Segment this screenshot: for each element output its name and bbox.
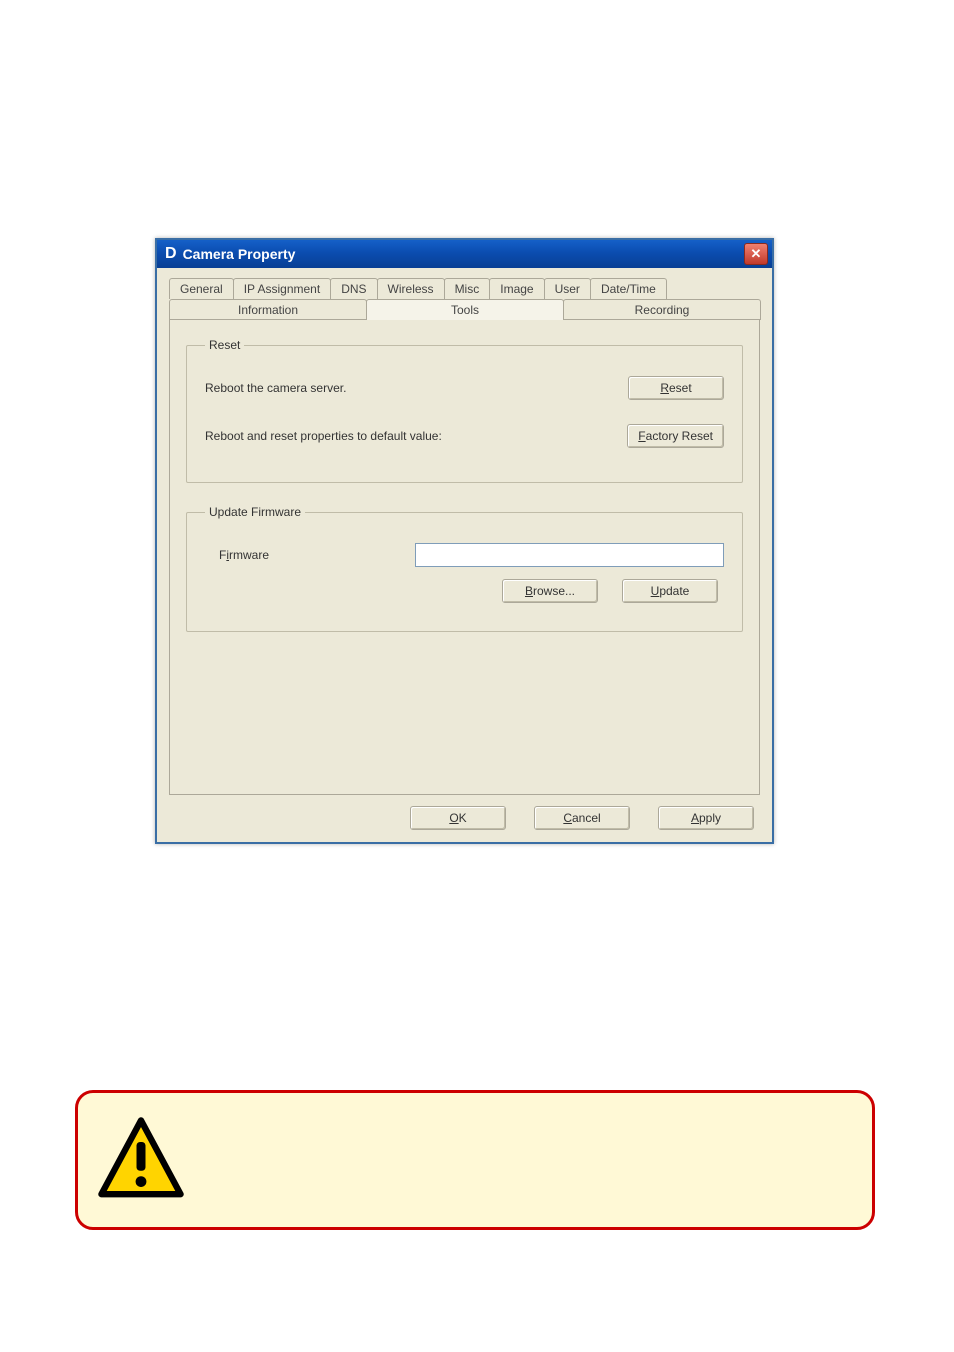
tab-datetime[interactable]: Date/Time — [590, 278, 667, 299]
ok-button[interactable]: OK — [410, 806, 506, 830]
factory-label: Reboot and reset properties to default v… — [205, 429, 627, 443]
apply-button[interactable]: Apply — [658, 806, 754, 830]
tab-image[interactable]: Image — [489, 278, 544, 299]
browse-button[interactable]: Browse... — [502, 579, 598, 603]
titlebar: D Camera Property ✕ — [157, 240, 772, 268]
fw-label-post: rmware — [229, 548, 269, 562]
factory-row: Reboot and reset properties to default v… — [205, 424, 724, 448]
apply-post: pply — [699, 811, 721, 825]
dialog-body: General IP Assignment DNS Wireless Misc … — [157, 268, 772, 842]
browse-post: rowse... — [533, 584, 575, 598]
cancel-button[interactable]: Cancel — [534, 806, 630, 830]
tab-ip-assignment[interactable]: IP Assignment — [233, 278, 332, 299]
factory-reset-button[interactable]: Factory Reset — [627, 424, 724, 448]
reset-legend: Reset — [205, 338, 244, 352]
cancel-accel: C — [563, 811, 572, 825]
tab-information[interactable]: Information — [169, 299, 367, 320]
firmware-label: Firmware — [205, 548, 399, 562]
browse-accel: B — [525, 584, 533, 598]
tab-general[interactable]: General — [169, 278, 234, 299]
cancel-post: ancel — [572, 811, 601, 825]
window-title: Camera Property — [183, 246, 296, 262]
apply-accel: A — [691, 811, 699, 825]
update-firmware-group: Update Firmware Firmware Browse... Updat… — [186, 505, 743, 632]
reset-group: Reset Reboot the camera server. Reset Re… — [186, 338, 743, 483]
reset-button[interactable]: Reset — [628, 376, 724, 400]
tab-tools[interactable]: Tools — [366, 299, 564, 320]
reboot-row: Reboot the camera server. Reset — [205, 376, 724, 400]
warning-callout — [75, 1090, 875, 1230]
tab-misc[interactable]: Misc — [444, 278, 491, 299]
firmware-buttons: Browse... Update — [205, 579, 724, 603]
warning-icon — [96, 1115, 186, 1205]
tabs-row-2: Information Tools Recording — [169, 299, 760, 320]
close-button[interactable]: ✕ — [744, 243, 768, 265]
dialog-button-row: OK Cancel Apply — [169, 796, 760, 830]
update-button[interactable]: Update — [622, 579, 718, 603]
tab-user[interactable]: User — [544, 278, 591, 299]
ok-post: K — [459, 811, 467, 825]
camera-property-dialog: D Camera Property ✕ General IP Assignmen… — [155, 238, 774, 844]
tools-panel: Reset Reboot the camera server. Reset Re… — [169, 319, 760, 795]
factory-btn-accel: F — [638, 429, 645, 443]
title-prefix: D — [165, 245, 177, 263]
update-post: pdate — [659, 584, 689, 598]
ok-accel: O — [449, 811, 458, 825]
reset-btn-accel: R — [660, 381, 669, 395]
update-accel: U — [651, 584, 660, 598]
tab-wireless[interactable]: Wireless — [377, 278, 445, 299]
factory-btn-post: actory Reset — [646, 429, 713, 443]
tab-dns[interactable]: DNS — [330, 278, 377, 299]
tabs-row-1: General IP Assignment DNS Wireless Misc … — [169, 278, 760, 299]
firmware-row: Firmware — [205, 543, 724, 567]
firmware-legend: Update Firmware — [205, 505, 305, 519]
tab-recording[interactable]: Recording — [563, 299, 761, 320]
reset-btn-post: eset — [669, 381, 692, 395]
reboot-label: Reboot the camera server. — [205, 381, 628, 395]
firmware-path-input[interactable] — [415, 543, 724, 567]
close-icon: ✕ — [751, 246, 762, 262]
